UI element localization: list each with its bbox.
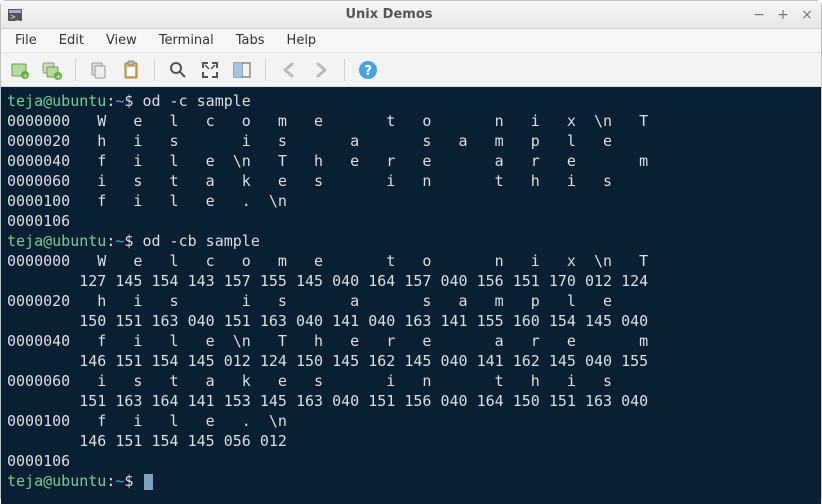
terminal-output: 0000106 (7, 211, 815, 231)
terminal-output: 127 145 154 143 157 155 145 040 164 157 … (7, 271, 815, 291)
search-icon[interactable] (167, 59, 189, 81)
toolbar-separator (265, 59, 266, 81)
menu-terminal[interactable]: Terminal (149, 30, 224, 51)
menu-help[interactable]: Help (277, 30, 327, 51)
menu-edit[interactable]: Edit (49, 30, 94, 51)
terminal-output: 0000100 f i l e . \n (7, 411, 815, 431)
terminal-output: 0000040 f i l e \n T h e r e a r e m (7, 331, 815, 351)
paste-icon[interactable] (120, 59, 142, 81)
window-controls: − + × (751, 7, 815, 23)
new-tab-icon[interactable]: + (9, 59, 31, 81)
forward-icon[interactable] (310, 59, 332, 81)
svg-text:+: + (56, 73, 62, 80)
menu-view[interactable]: View (96, 30, 147, 51)
back-icon[interactable] (278, 59, 300, 81)
terminal-output: 0000020 h i s i s a s a m p l e (7, 291, 815, 311)
cursor (144, 474, 153, 490)
terminal-output: 146 151 154 145 012 124 150 145 162 145 … (7, 351, 815, 371)
help-icon[interactable]: ? (357, 59, 379, 81)
terminal-output: 0000106 (7, 451, 815, 471)
svg-text:?: ? (365, 64, 373, 79)
menubar: File Edit View Terminal Tabs Help (1, 29, 821, 53)
toolbar: + + ? (1, 53, 821, 87)
minimize-button[interactable]: − (751, 7, 767, 23)
toolbar-separator (154, 59, 155, 81)
titlebar: >_ Unix Demos − + × (1, 1, 821, 29)
terminal-output: 0000060 i s t a k e s i n t h i s (7, 171, 815, 191)
svg-text:+: + (23, 72, 29, 80)
toolbar-separator (75, 59, 76, 81)
maximize-button[interactable]: + (775, 7, 791, 23)
terminal-output: 0000100 f i l e . \n (7, 191, 815, 211)
toolbar-separator (344, 59, 345, 81)
fullscreen-icon[interactable] (199, 59, 221, 81)
terminal[interactable]: teja@ubuntu:~$ od -c sample0000000 W e l… (1, 87, 821, 504)
terminal-output: 0000040 f i l e \n T h e r e a r e m (7, 151, 815, 171)
app-icon: >_ (7, 7, 23, 23)
terminal-output: 146 151 154 145 056 012 (7, 431, 815, 451)
new-window-icon[interactable]: + (41, 59, 63, 81)
menu-file[interactable]: File (5, 30, 47, 51)
terminal-output: 0000060 i s t a k e s i n t h i s (7, 371, 815, 391)
terminal-output: 0000020 h i s i s a s a m p l e (7, 131, 815, 151)
window-title: Unix Demos (27, 7, 751, 22)
split-icon[interactable] (231, 59, 253, 81)
terminal-output: 0000000 W e l c o m e t o n i x \n T (7, 111, 815, 131)
menu-tabs[interactable]: Tabs (226, 30, 275, 51)
terminal-output: 0000000 W e l c o m e t o n i x \n T (7, 251, 815, 271)
svg-text:>_: >_ (10, 13, 20, 21)
terminal-output: 150 151 163 040 151 163 040 141 040 163 … (7, 311, 815, 331)
close-button[interactable]: × (799, 7, 815, 23)
copy-icon[interactable] (88, 59, 110, 81)
terminal-output: 151 163 164 141 153 145 163 040 151 156 … (7, 391, 815, 411)
